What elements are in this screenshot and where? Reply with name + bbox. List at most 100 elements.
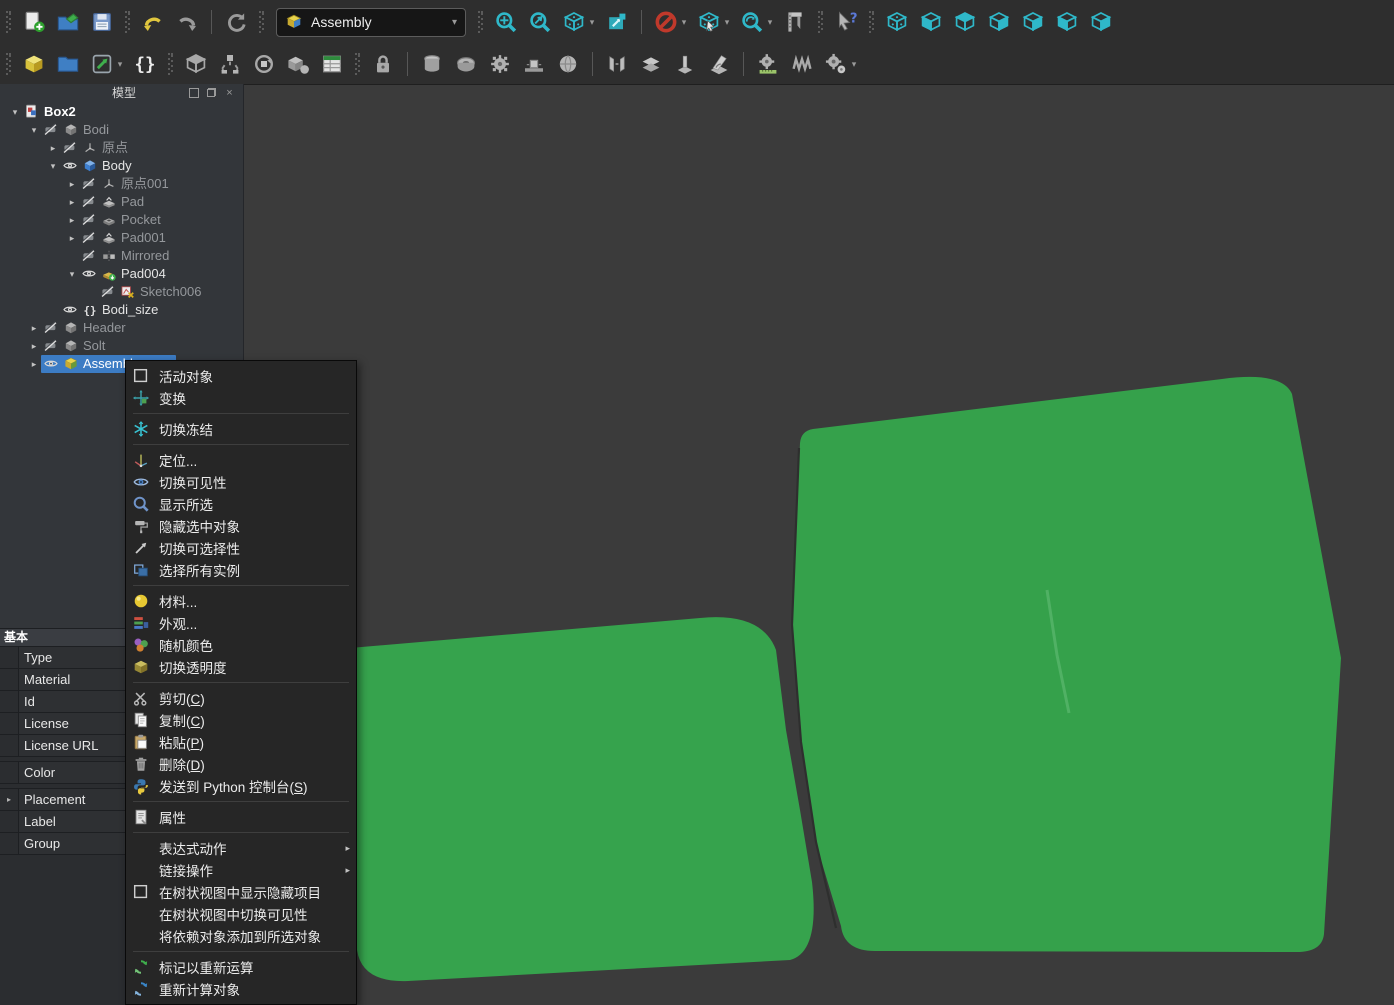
view-right-button[interactable]	[983, 6, 1015, 38]
menu-item-变换[interactable]: 变换	[126, 387, 356, 409]
part-right-box[interactable]	[792, 377, 1341, 952]
menu-item-显示所选[interactable]: 显示所选	[126, 493, 356, 515]
selection-mode-button[interactable]: ▾	[693, 6, 725, 38]
menu-item-在树状视图中切换可见性[interactable]: 在树状视图中切换可见性	[126, 903, 356, 925]
part-left-box[interactable]	[350, 617, 814, 981]
tree-item-Sketch006[interactable]: Sketch006	[0, 283, 243, 301]
tree-item-Bodi[interactable]: ▾Bodi	[0, 121, 243, 139]
menu-item-切换可见性[interactable]: 切换可见性	[126, 471, 356, 493]
make-link-button[interactable]: ▾	[86, 48, 118, 80]
chevron-down-icon[interactable]: ▾	[587, 17, 597, 28]
whats-this-button[interactable]: ?	[830, 6, 862, 38]
joint-revolute-button[interactable]	[450, 48, 482, 80]
create-group-button[interactable]	[52, 48, 84, 80]
tree-item-Pad001[interactable]: ▸Pad001	[0, 229, 243, 247]
open-document-button[interactable]	[52, 6, 84, 38]
menu-item-剪切-C-[interactable]: 剪切(C)	[126, 687, 356, 709]
visibility-eye-icon[interactable]	[62, 158, 78, 174]
insert-component-button[interactable]	[214, 48, 246, 80]
create-part-button[interactable]	[18, 48, 50, 80]
view-left-button[interactable]	[1085, 6, 1117, 38]
tree-item-Mirrored[interactable]: Mirrored	[0, 247, 243, 265]
misc-joint-button[interactable]: ▾	[820, 48, 852, 80]
collapse-arrow-icon[interactable]: ▾	[27, 121, 41, 139]
menu-item-标记以重新运算[interactable]: 标记以重新运算	[126, 956, 356, 978]
tree-item-Pad004[interactable]: ▾Pad004	[0, 265, 243, 283]
tree-item-Solt[interactable]: ▸Solt	[0, 337, 243, 355]
zoom-selection-button[interactable]	[524, 6, 556, 38]
chevron-down-icon[interactable]: ▾	[722, 17, 732, 28]
expand-arrow-icon[interactable]: ▸	[27, 337, 41, 355]
menu-item-链接操作[interactable]: 链接操作▸	[126, 859, 356, 881]
menu-item-外观-[interactable]: 外观...	[126, 612, 356, 634]
expand-arrow-icon[interactable]: ▸	[0, 789, 19, 810]
tree-item-Bodi_size[interactable]: {}Bodi_size	[0, 301, 243, 319]
menu-item-选择所有实例[interactable]: 选择所有实例	[126, 559, 356, 581]
toolbar-drag-handle[interactable]	[6, 53, 11, 75]
tree-item-Pad[interactable]: ▸Pad	[0, 193, 243, 211]
standard-views-button[interactable]: ▾	[558, 6, 590, 38]
workbench-selector[interactable]: Assembly▾	[276, 8, 466, 37]
expand-arrow-icon[interactable]: ▸	[27, 319, 41, 337]
joint-fixed-button[interactable]	[416, 48, 448, 80]
view-top-button[interactable]	[949, 6, 981, 38]
toolbar-drag-handle[interactable]	[125, 11, 130, 33]
collapse-arrow-icon[interactable]: ▾	[46, 157, 60, 175]
joint-cylindrical-button[interactable]	[484, 48, 516, 80]
menu-item-在树状视图中显示隐藏项目[interactable]: 在树状视图中显示隐藏项目	[126, 881, 356, 903]
view-front-button[interactable]	[915, 6, 947, 38]
toolbar-drag-handle[interactable]	[168, 53, 173, 75]
tree-item-Body[interactable]: ▾Body	[0, 157, 243, 175]
solve-assembly-button[interactable]	[248, 48, 280, 80]
measure-button[interactable]	[779, 6, 811, 38]
hidden-item-icon[interactable]	[81, 248, 97, 264]
toolbar-drag-handle[interactable]	[355, 53, 360, 75]
save-button[interactable]	[86, 6, 118, 38]
collapse-arrow-icon[interactable]: ▾	[8, 103, 22, 121]
hidden-item-icon[interactable]	[81, 230, 97, 246]
view-bottom-button[interactable]	[1051, 6, 1083, 38]
create-assembly-button[interactable]	[180, 48, 212, 80]
joint-slider-button[interactable]	[518, 48, 550, 80]
joint-angle-button[interactable]	[703, 48, 735, 80]
new-document-button[interactable]	[18, 6, 50, 38]
tree-item-Pocket[interactable]: ▸Pocket	[0, 211, 243, 229]
hidden-item-icon[interactable]	[81, 176, 97, 192]
visibility-eye-icon[interactable]	[62, 302, 78, 318]
menu-item-将依赖对象添加到所选对象[interactable]: 将依赖对象添加到所选对象	[126, 925, 356, 947]
refresh-button[interactable]	[220, 6, 252, 38]
menu-item-切换可选择性[interactable]: 切换可选择性	[126, 537, 356, 559]
rotate-view-button[interactable]: ▾	[736, 6, 768, 38]
menu-item-随机颜色[interactable]: 随机颜色	[126, 634, 356, 656]
toolbar-drag-handle[interactable]	[6, 11, 11, 33]
menu-item-定位-[interactable]: 定位...	[126, 449, 356, 471]
menu-item-重新计算对象[interactable]: 重新计算对象	[126, 978, 356, 1000]
toolbar-drag-handle[interactable]	[818, 11, 823, 33]
menu-item-删除-D-[interactable]: 删除(D)	[126, 753, 356, 775]
expand-arrow-icon[interactable]: ▸	[65, 175, 79, 193]
menu-item-属性[interactable]: 属性	[126, 806, 356, 828]
menu-item-复制-C-[interactable]: 复制(C)	[126, 709, 356, 731]
menu-item-粘贴-P-[interactable]: 粘贴(P)	[126, 731, 356, 753]
visibility-eye-icon[interactable]	[43, 356, 59, 372]
bill-of-materials-button[interactable]	[316, 48, 348, 80]
menu-item-表达式动作[interactable]: 表达式动作▸	[126, 837, 356, 859]
menu-item-材料-[interactable]: 材料...	[126, 590, 356, 612]
joint-perpendicular-button[interactable]	[669, 48, 701, 80]
view-rear-button[interactable]	[1017, 6, 1049, 38]
dock-float-button[interactable]	[188, 87, 199, 98]
expand-arrow-icon[interactable]: ▸	[65, 211, 79, 229]
gear-joint-button[interactable]	[752, 48, 784, 80]
joint-parallel-button[interactable]	[635, 48, 667, 80]
tree-item-原点001[interactable]: ▸原点001	[0, 175, 243, 193]
hidden-item-icon[interactable]	[43, 122, 59, 138]
expand-arrow-icon[interactable]: ▸	[46, 139, 60, 157]
chevron-down-icon[interactable]: ▾	[765, 17, 775, 28]
new-part-button[interactable]	[282, 48, 314, 80]
hidden-item-icon[interactable]	[62, 140, 78, 156]
joint-ball-button[interactable]	[552, 48, 584, 80]
hidden-item-icon[interactable]	[43, 320, 59, 336]
view-isometric-button[interactable]	[881, 6, 913, 38]
menu-item-切换透明度[interactable]: 切换透明度	[126, 656, 356, 678]
expressions-button[interactable]: {}	[129, 48, 161, 80]
